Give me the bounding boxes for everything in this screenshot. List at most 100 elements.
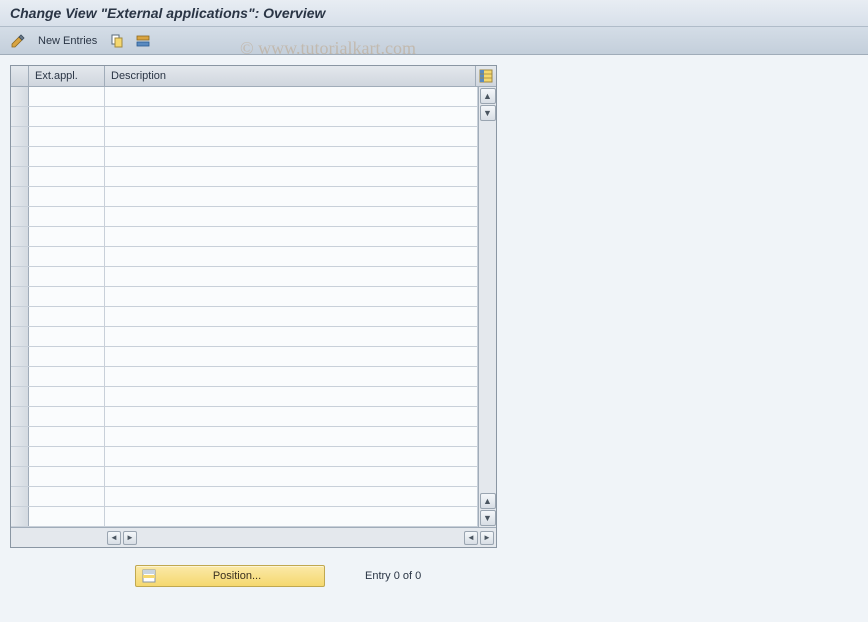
cell-description[interactable] (105, 87, 478, 106)
table-row (11, 327, 478, 347)
cell-description[interactable] (105, 307, 478, 326)
table-row (11, 467, 478, 487)
pencil-icon[interactable] (8, 31, 28, 51)
row-selector[interactable] (11, 467, 29, 486)
cell-description[interactable] (105, 507, 478, 526)
row-selector[interactable] (11, 387, 29, 406)
scroll-right-button-end[interactable]: ► (480, 531, 494, 545)
row-selector[interactable] (11, 447, 29, 466)
cell-ext-appl[interactable] (29, 327, 105, 346)
cell-ext-appl[interactable] (29, 487, 105, 506)
cell-ext-appl[interactable] (29, 147, 105, 166)
row-selector[interactable] (11, 347, 29, 366)
cell-description[interactable] (105, 247, 478, 266)
scroll-up-button[interactable]: ▲ (480, 88, 496, 104)
cell-ext-appl[interactable] (29, 347, 105, 366)
scroll-up-button-bottom[interactable]: ▲ (480, 493, 496, 509)
page-title-text: Change View "External applications": Ove… (10, 5, 325, 21)
footer-area: Position... Entry 0 of 0 (0, 565, 868, 587)
cell-description[interactable] (105, 347, 478, 366)
delete-icon[interactable] (133, 31, 153, 51)
row-selector[interactable] (11, 507, 29, 526)
row-selector[interactable] (11, 487, 29, 506)
cell-ext-appl[interactable] (29, 307, 105, 326)
row-selector[interactable] (11, 407, 29, 426)
new-entries-button[interactable]: New Entries (34, 33, 101, 49)
row-selector[interactable] (11, 327, 29, 346)
cell-description[interactable] (105, 367, 478, 386)
table-row (11, 227, 478, 247)
table-body: ▲ ▼ ▲ ▼ (11, 87, 496, 527)
cell-description[interactable] (105, 327, 478, 346)
cell-description[interactable] (105, 427, 478, 446)
cell-description[interactable] (105, 187, 478, 206)
cell-ext-appl[interactable] (29, 467, 105, 486)
row-selector[interactable] (11, 427, 29, 446)
row-selector[interactable] (11, 107, 29, 126)
cell-ext-appl[interactable] (29, 107, 105, 126)
table-row (11, 307, 478, 327)
row-selector[interactable] (11, 187, 29, 206)
cell-ext-appl[interactable] (29, 407, 105, 426)
cell-description[interactable] (105, 387, 478, 406)
cell-description[interactable] (105, 107, 478, 126)
column-header-description[interactable]: Description (105, 66, 476, 86)
row-selector[interactable] (11, 207, 29, 226)
row-selector[interactable] (11, 287, 29, 306)
cell-description[interactable] (105, 407, 478, 426)
cell-description[interactable] (105, 207, 478, 226)
table-row (11, 107, 478, 127)
table-settings-icon[interactable] (476, 66, 496, 86)
cell-ext-appl[interactable] (29, 367, 105, 386)
cell-ext-appl[interactable] (29, 427, 105, 446)
row-selector[interactable] (11, 147, 29, 166)
cell-description[interactable] (105, 267, 478, 286)
copy-icon[interactable] (107, 31, 127, 51)
chevron-up-icon: ▲ (483, 91, 492, 101)
row-selector[interactable] (11, 247, 29, 266)
cell-ext-appl[interactable] (29, 167, 105, 186)
cell-description[interactable] (105, 147, 478, 166)
cell-description[interactable] (105, 287, 478, 306)
table-row (11, 267, 478, 287)
table-row (11, 147, 478, 167)
scroll-left-button[interactable]: ◄ (107, 531, 121, 545)
chevron-right-icon: ► (126, 533, 134, 542)
cell-ext-appl[interactable] (29, 127, 105, 146)
scroll-right-button[interactable]: ► (123, 531, 137, 545)
cell-ext-appl[interactable] (29, 227, 105, 246)
column-header-ext-appl[interactable]: Ext.appl. (29, 66, 105, 86)
table-rows-area (11, 87, 478, 527)
cell-ext-appl[interactable] (29, 507, 105, 526)
cell-ext-appl[interactable] (29, 267, 105, 286)
row-selector[interactable] (11, 87, 29, 106)
cell-ext-appl[interactable] (29, 87, 105, 106)
scroll-down-button[interactable]: ▼ (480, 105, 496, 121)
row-selector[interactable] (11, 227, 29, 246)
cell-description[interactable] (105, 167, 478, 186)
scroll-left-button-end[interactable]: ◄ (464, 531, 478, 545)
cell-description[interactable] (105, 487, 478, 506)
cell-description[interactable] (105, 447, 478, 466)
row-selector[interactable] (11, 307, 29, 326)
cell-description[interactable] (105, 467, 478, 486)
cell-ext-appl[interactable] (29, 187, 105, 206)
table-row (11, 287, 478, 307)
table-row (11, 447, 478, 467)
row-selector-header[interactable] (11, 66, 29, 86)
row-selector[interactable] (11, 167, 29, 186)
cell-ext-appl[interactable] (29, 387, 105, 406)
scroll-down-button-bottom[interactable]: ▼ (480, 510, 496, 526)
position-button-label: Position... (156, 570, 318, 582)
position-button[interactable]: Position... (135, 565, 325, 587)
row-selector[interactable] (11, 367, 29, 386)
row-selector[interactable] (11, 267, 29, 286)
cell-description[interactable] (105, 127, 478, 146)
cell-ext-appl[interactable] (29, 287, 105, 306)
cell-ext-appl[interactable] (29, 447, 105, 466)
cell-ext-appl[interactable] (29, 207, 105, 226)
cell-ext-appl[interactable] (29, 247, 105, 266)
table-row (11, 347, 478, 367)
cell-description[interactable] (105, 227, 478, 246)
row-selector[interactable] (11, 127, 29, 146)
